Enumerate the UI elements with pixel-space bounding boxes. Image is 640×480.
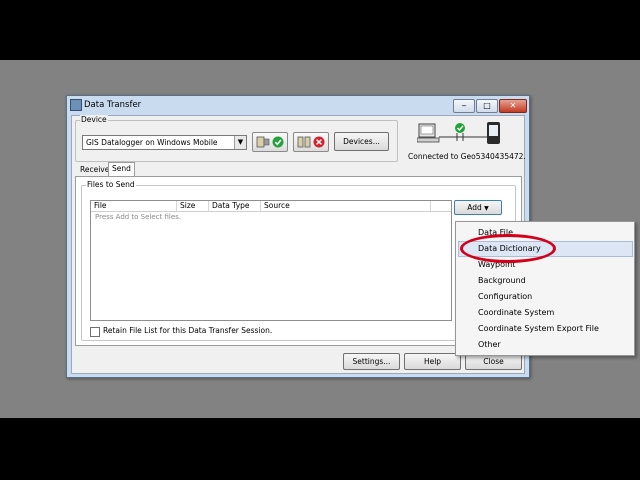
close-window-button[interactable]: ✕	[499, 99, 527, 113]
minimize-button[interactable]: ‒	[453, 99, 475, 113]
device-select[interactable]: GIS Datalogger on Windows Mobile ▼	[82, 135, 247, 150]
device-select-value: GIS Datalogger on Windows Mobile	[86, 138, 218, 147]
settings-button[interactable]: Settings...	[343, 353, 400, 370]
files-list[interactable]: File Size Data Type Source Press Add to …	[90, 200, 452, 321]
device-legend: Device	[80, 115, 108, 124]
menu-item-coordinate-system-export-file[interactable]: Coordinate System Export File	[478, 324, 599, 333]
files-placeholder: Press Add to Select files.	[95, 213, 182, 221]
window-title: Data Transfer	[84, 100, 142, 110]
column-header-file[interactable]: File	[91, 201, 177, 211]
retain-file-list-label: Retain File List for this Data Transfer …	[103, 326, 273, 335]
retain-file-list-checkbox[interactable]	[90, 327, 100, 337]
devices-button[interactable]: Devices...	[334, 132, 389, 151]
help-button[interactable]: Help	[404, 353, 461, 370]
chevron-down-icon: ▼	[484, 205, 489, 212]
column-header-source[interactable]: Source	[261, 201, 431, 211]
maximize-button[interactable]: □	[476, 99, 498, 113]
title-bar: Data Transfer ‒ □ ✕	[67, 96, 529, 114]
column-header-size[interactable]: Size	[177, 201, 209, 211]
add-button[interactable]: Add ▼	[454, 200, 502, 215]
files-legend: Files to Send	[86, 180, 136, 189]
add-button-label: Add	[467, 203, 482, 212]
menu-item-configuration[interactable]: Configuration	[478, 292, 532, 301]
device-group: Device GIS Datalogger on Windows Mobile …	[75, 115, 398, 162]
files-list-header: File Size Data Type Source	[91, 201, 451, 212]
chevron-down-icon[interactable]: ▼	[234, 136, 246, 149]
connection-status-icon	[417, 122, 500, 144]
menu-item-other[interactable]: Other	[478, 340, 501, 349]
highlight-annotation-ring	[460, 234, 556, 263]
files-to-send-group: Files to Send File Size Data Type Source…	[81, 180, 516, 341]
disconnect-icon	[297, 136, 325, 148]
menu-item-coordinate-system[interactable]: Coordinate System	[478, 308, 554, 317]
column-header-data-type[interactable]: Data Type	[209, 201, 261, 211]
connection-status-text: Connected to Geo5340435472.	[408, 152, 526, 161]
connect-button[interactable]	[252, 132, 288, 152]
connect-icon	[256, 136, 284, 148]
disconnect-button[interactable]	[293, 132, 329, 152]
app-icon	[70, 99, 82, 111]
menu-item-background[interactable]: Background	[478, 276, 526, 285]
